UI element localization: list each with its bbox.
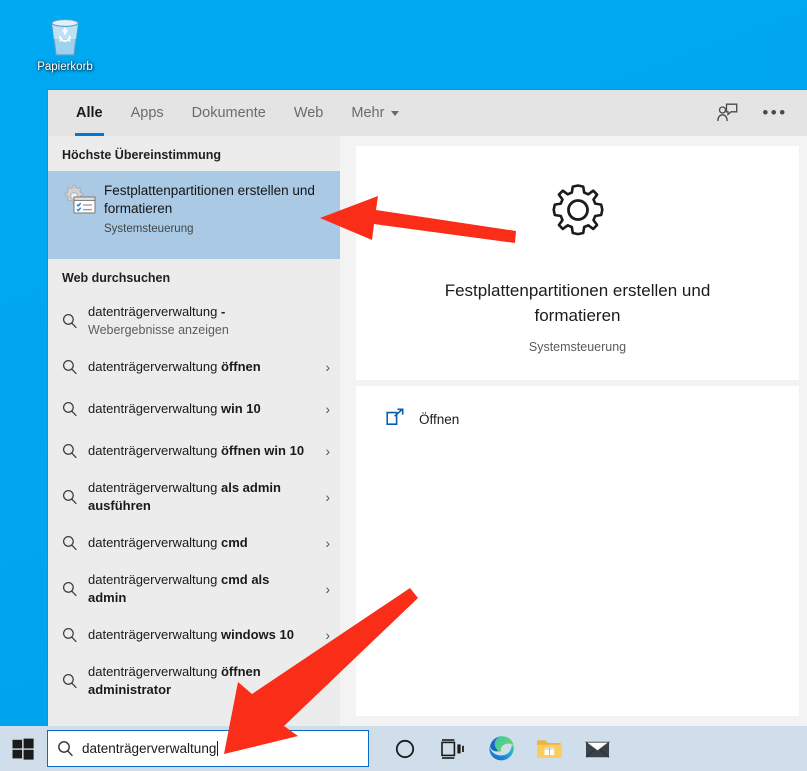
chevron-right-icon: ›	[325, 489, 330, 505]
taskbar-app-buttons	[381, 726, 621, 771]
recycle-bin-icon	[28, 8, 102, 58]
windows-logo-icon	[12, 738, 34, 760]
web-suggestion-item[interactable]: datenträgerverwaltung cmd ›	[48, 522, 340, 564]
start-button[interactable]	[0, 726, 46, 771]
preview-hero-card: Festplattenpartitionen erstellen und for…	[356, 146, 799, 380]
open-external-icon	[386, 408, 405, 431]
chevron-right-icon: ›	[325, 443, 330, 459]
web-suggestion-label: datenträgerverwaltung als admin ausführe…	[88, 480, 281, 513]
microsoft-edge-icon[interactable]	[477, 726, 525, 771]
chevron-right-icon: ›	[325, 673, 330, 689]
web-suggestion-item[interactable]: datenträgerverwaltung - Webergebnisse anz…	[48, 296, 340, 346]
web-suggestion-label: datenträgerverwaltung cmd	[88, 535, 248, 550]
chevron-right-icon: ›	[325, 401, 330, 417]
taskbar: datenträgerverwaltung	[0, 726, 807, 771]
web-suggestion-label: datenträgerverwaltung win 10	[88, 401, 261, 416]
web-suggestion-label: datenträgerverwaltung - Webergebnisse anz…	[88, 304, 229, 337]
web-suggestion-label: datenträgerverwaltung cmd als admin	[88, 572, 270, 605]
desktop-icon-recycle-bin[interactable]: Papierkorb	[28, 8, 102, 74]
search-icon	[62, 313, 88, 329]
search-icon	[62, 535, 88, 551]
web-suggestion-item[interactable]: datenträgerverwaltung öffnen win 10 ›	[48, 430, 340, 472]
best-match-row[interactable]: Festplattenpartitionen erstellen und for…	[48, 171, 340, 259]
web-suggestion-item[interactable]: datenträgerverwaltung windows 10 ›	[48, 614, 340, 656]
tab-label: Alle	[76, 105, 103, 121]
tab-label: Web	[293, 105, 324, 121]
tab-apps[interactable]: Apps	[117, 90, 178, 136]
best-match-section-label: Höchste Übereinstimmung	[62, 148, 222, 162]
preview-subtitle: Systemsteuerung	[528, 340, 627, 354]
tab-alle[interactable]: Alle	[62, 90, 117, 136]
cortana-icon[interactable]	[381, 726, 429, 771]
web-suggestion-item[interactable]: datenträgerverwaltung öffnen administrat…	[48, 656, 340, 706]
search-tab-bar: Alle Apps Dokumente Web Mehr •••	[48, 90, 807, 136]
web-suggestion-label: datenträgerverwaltung öffnen	[88, 359, 261, 374]
chevron-down-icon	[391, 110, 400, 116]
column-gap	[340, 136, 356, 726]
search-icon	[62, 673, 88, 689]
desktop-root: Papierkorb e Micr Alle Apps Dokumente	[0, 0, 807, 771]
tab-web[interactable]: Web	[280, 90, 338, 136]
tab-mehr[interactable]: Mehr	[337, 90, 413, 136]
more-options-icon[interactable]: •••	[761, 99, 789, 127]
task-view-icon[interactable]	[429, 726, 477, 771]
disk-management-icon	[62, 184, 96, 221]
desktop-icon-label: Papierkorb	[37, 61, 93, 73]
search-icon	[48, 740, 82, 757]
preview-title: Festplattenpartitionen erstellen und for…	[444, 281, 711, 325]
feedback-icon[interactable]	[713, 99, 741, 127]
web-suggestion-item[interactable]: datenträgerverwaltung win 10 ›	[48, 388, 340, 430]
best-match-title: Festplattenpartitionen erstellen und for…	[104, 183, 315, 216]
search-icon	[62, 489, 88, 505]
chevron-right-icon: ›	[325, 627, 330, 643]
search-body: Höchste Übereinstimmung Festplattenparti…	[48, 136, 807, 726]
best-match-subtitle: Systemsteuerung	[104, 223, 194, 235]
preview-actions-card: Öffnen	[356, 386, 799, 716]
web-suggestion-label: datenträgerverwaltung windows 10	[88, 627, 294, 642]
web-suggestion-label: datenträgerverwaltung öffnen win 10	[88, 443, 305, 458]
search-icon	[62, 359, 88, 375]
web-suggestion-item[interactable]: datenträgerverwaltung als admin ausführe…	[48, 472, 340, 522]
preview-action-open[interactable]: Öffnen	[386, 408, 799, 431]
tab-label: Apps	[130, 105, 164, 121]
web-suggestion-item[interactable]: datenträgerverwaltung cmd als admin ›	[48, 564, 340, 614]
best-match-text: Festplattenpartitionen erstellen und for…	[104, 182, 330, 235]
mail-icon[interactable]	[573, 726, 621, 771]
tab-label: Mehr	[351, 105, 385, 121]
preview-action-label: Öffnen	[419, 412, 460, 427]
web-section-label: Web durchsuchen	[62, 271, 171, 285]
chevron-right-icon: ›	[325, 581, 330, 597]
search-flyout: Alle Apps Dokumente Web Mehr ••• Höchste…	[48, 90, 807, 726]
tab-dokumente[interactable]: Dokumente	[178, 90, 280, 136]
chevron-right-icon: ›	[325, 535, 330, 551]
chevron-right-icon: ›	[325, 359, 330, 375]
search-results-column: Höchste Übereinstimmung Festplattenparti…	[48, 136, 340, 726]
search-icon	[62, 443, 88, 459]
search-input-value: datenträgerverwaltung	[82, 741, 219, 756]
taskbar-search-input[interactable]: datenträgerverwaltung	[47, 730, 369, 767]
search-header-actions: •••	[713, 90, 807, 136]
preview-column: Festplattenpartitionen erstellen und for…	[356, 136, 807, 726]
gear-icon	[386, 176, 769, 258]
web-suggestion-label: datenträgerverwaltung öffnen administrat…	[88, 664, 261, 697]
search-icon	[62, 627, 88, 643]
file-explorer-icon[interactable]	[525, 726, 573, 771]
web-suggestions-list: datenträgerverwaltung - Webergebnisse anz…	[48, 294, 340, 706]
search-icon	[62, 401, 88, 417]
tab-label: Dokumente	[191, 105, 266, 121]
search-icon	[62, 581, 88, 597]
text-cursor	[217, 741, 219, 756]
more-options-glyph: •••	[762, 103, 788, 122]
web-suggestion-item[interactable]: datenträgerverwaltung öffnen ›	[48, 346, 340, 388]
